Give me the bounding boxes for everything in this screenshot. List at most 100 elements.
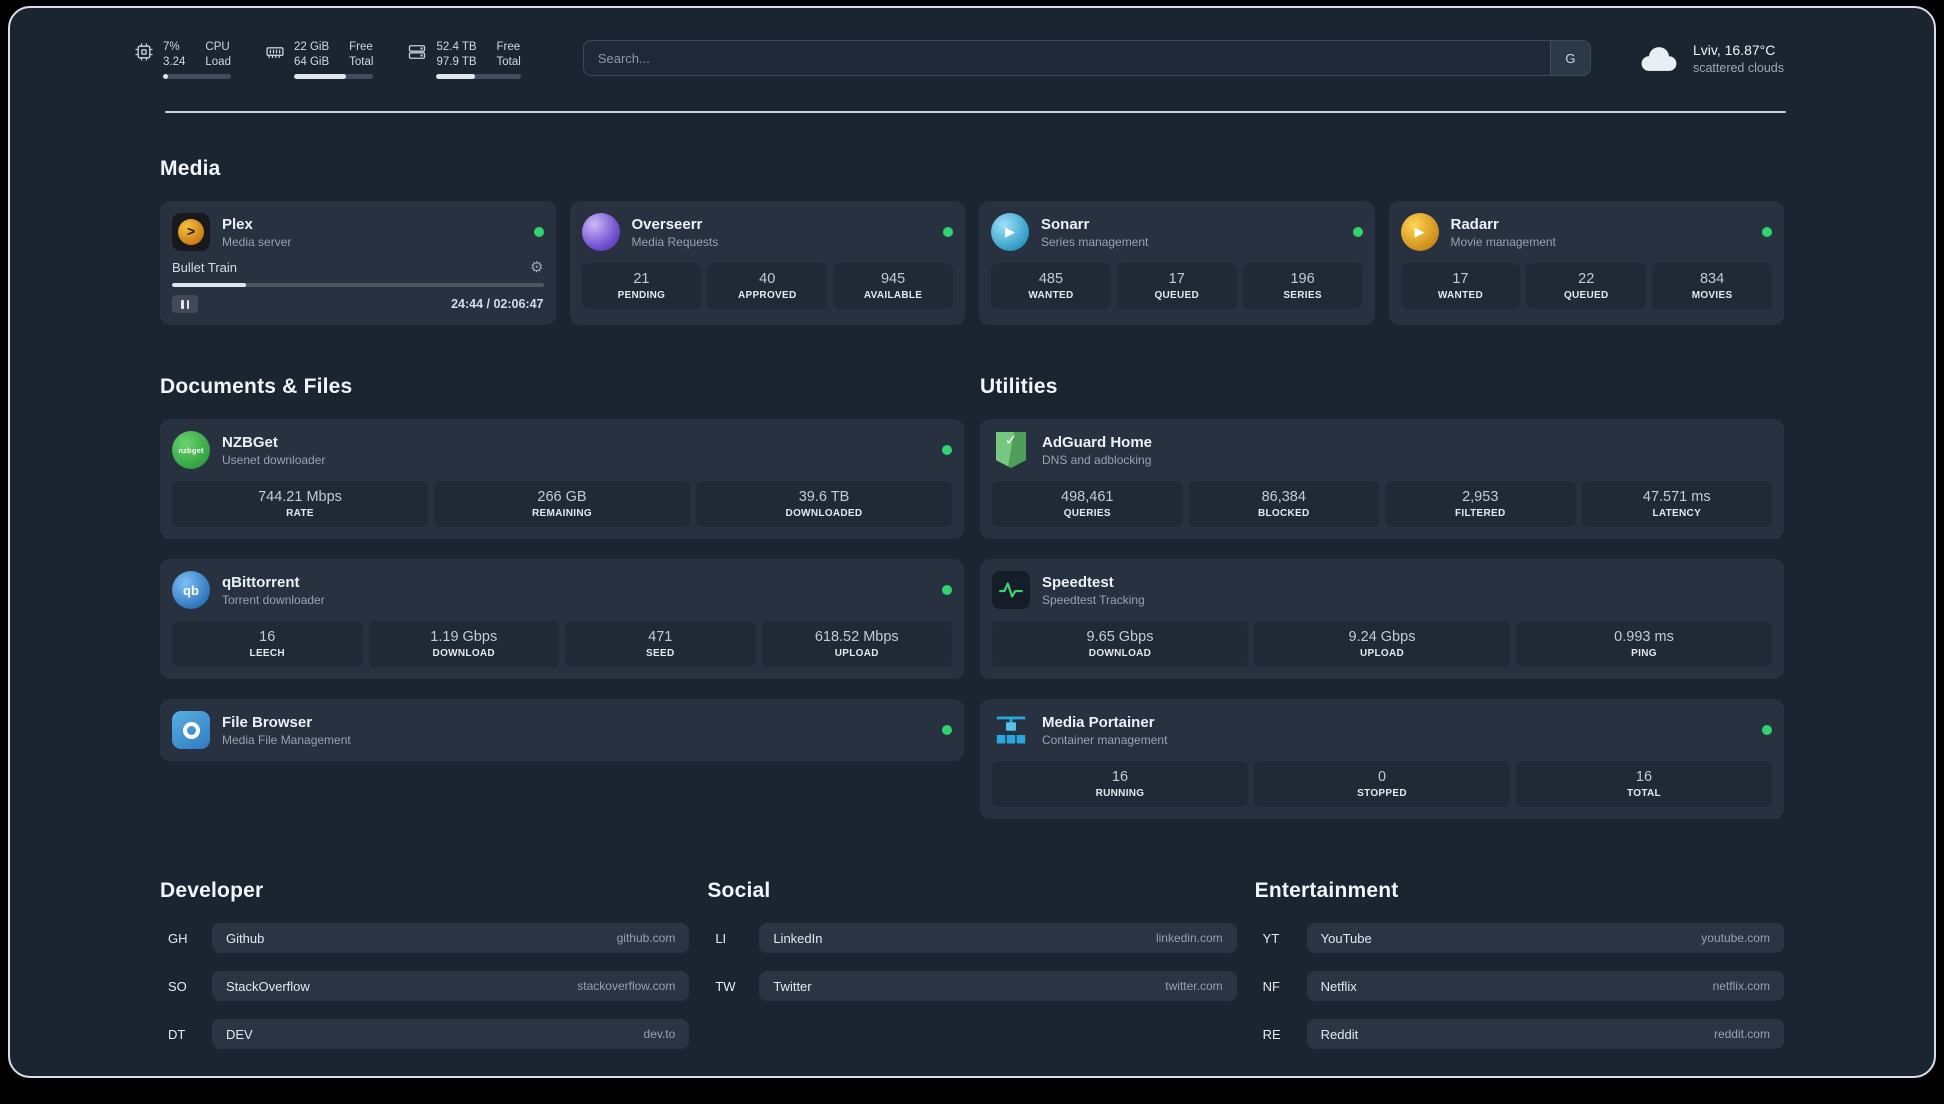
bookmark-group-developer: Developer GH Github github.com SO StackO… <box>160 879 690 1049</box>
stat-tile: 9.65 Gbps DOWNLOAD <box>992 621 1248 667</box>
stat-tile: 16 RUNNING <box>992 761 1248 807</box>
service-card-plex[interactable]: Plex Media server Bullet Train <box>160 201 556 325</box>
stat-tile: 485 WANTED <box>991 263 1111 309</box>
bookmark-netflix[interactable]: NF Netflix netflix.com <box>1255 971 1784 1001</box>
speedtest-pulse-icon <box>992 571 1030 609</box>
service-name: Plex <box>222 215 253 233</box>
status-online-dot <box>942 725 952 735</box>
search-engine-button[interactable]: G <box>1549 41 1590 75</box>
stat-label: DOWNLOAD <box>1088 648 1152 659</box>
stat-tile: 266 GB REMAINING <box>434 481 690 527</box>
stat-value: 17 <box>1168 271 1185 287</box>
bookmark-linkedin[interactable]: LI LinkedIn linkedin.com <box>707 923 1237 953</box>
stat-tile: 618.52 Mbps UPLOAD <box>761 621 952 667</box>
stat-tile: 945 AVAILABLE <box>833 263 953 309</box>
memory-progress-bar <box>293 74 374 79</box>
bookmark-reddit[interactable]: RE Reddit reddit.com <box>1255 1019 1784 1049</box>
section-title-entertainment: Entertainment <box>1254 879 1399 902</box>
service-card-qbittorrent[interactable]: qb qBittorrent Torrent downloader 16 LEE… <box>160 559 964 679</box>
gear-icon[interactable] <box>530 260 543 275</box>
bookmark-stackoverflow[interactable]: SO StackOverflow stackoverflow.com <box>160 971 690 1001</box>
cpu-usage-value: 7% <box>163 41 180 53</box>
stat-tile: 196 SERIES <box>1242 263 1363 309</box>
service-card-sonarr[interactable]: Sonarr Series management 485 WANTED 17 Q… <box>979 201 1375 325</box>
adguard-shield-icon <box>992 431 1030 469</box>
memory-stats: 22 GiB Free 64 GiB Total <box>293 40 374 79</box>
weather-location: Lviv, 16.87°C <box>1692 42 1776 58</box>
bookmark-abbr: NF <box>1262 978 1280 994</box>
service-name: Sonarr <box>1041 215 1090 233</box>
system-resources: 7% CPU 3.24 Load 22 GiB Free 64 GiB Tota… <box>134 40 521 79</box>
bookmark-github[interactable]: GH Github github.com <box>160 923 690 953</box>
bookmark-domain: github.com <box>616 931 676 945</box>
stat-label: AVAILABLE <box>863 290 923 301</box>
service-card-adguard[interactable]: AdGuard Home DNS and adblocking 498,461 … <box>980 419 1784 539</box>
stat-label: SERIES <box>1283 290 1322 301</box>
topbar-divider <box>165 111 1786 113</box>
weather-widget[interactable]: Lviv, 16.87°C scattered clouds <box>1637 42 1784 75</box>
service-card-portainer[interactable]: Media Portainer Container management 16 … <box>980 699 1784 819</box>
stat-tile: 47.571 ms LATENCY <box>1581 481 1772 527</box>
now-playing-title: Bullet Train <box>172 260 238 275</box>
service-card-nzbget[interactable]: nzbget NZBGet Usenet downloader 744.21 M… <box>160 419 964 539</box>
seek-bar[interactable] <box>172 283 544 287</box>
disk-widget: 52.4 TB Free 97.9 TB Total <box>407 40 521 79</box>
stat-value: 498,461 <box>1061 489 1114 505</box>
stat-label: RUNNING <box>1095 788 1145 799</box>
bookmark-dev[interactable]: DT DEV dev.to <box>160 1019 690 1049</box>
status-online-dot <box>942 585 952 595</box>
stat-value: 945 <box>880 271 906 287</box>
stat-label: REMAINING <box>532 508 592 519</box>
stat-label: DOWNLOAD <box>432 648 495 659</box>
stat-tile: 744.21 Mbps RATE <box>172 481 428 527</box>
service-name: Radarr <box>1450 215 1499 233</box>
media-grid: Plex Media server Bullet Train <box>160 201 1784 325</box>
stat-value: 196 <box>1290 271 1315 287</box>
stat-label: STOPPED <box>1357 788 1407 799</box>
bookmark-abbr: GH <box>168 930 188 946</box>
service-card-filebrowser[interactable]: File Browser Media File Management <box>160 699 964 761</box>
service-card-speedtest[interactable]: Speedtest Speedtest Tracking 9.65 Gbps D… <box>980 559 1784 679</box>
dashboard-content: Media Plex Media server Bullet Train <box>10 157 1934 1049</box>
cpu-stats: 7% CPU 3.24 Load <box>163 40 231 79</box>
bookmark-twitter[interactable]: TW Twitter twitter.com <box>707 971 1237 1001</box>
bookmark-abbr: DT <box>168 1026 186 1042</box>
disk-free-value: 52.4 TB <box>436 41 477 53</box>
topbar: 7% CPU 3.24 Load 22 GiB Free 64 GiB Tota… <box>10 8 1934 79</box>
disk-icon <box>407 42 427 62</box>
bookmark-name: YouTube <box>1320 930 1372 946</box>
bookmark-youtube[interactable]: YT YouTube youtube.com <box>1255 923 1784 953</box>
bookmark-domain: linkedin.com <box>1155 931 1223 945</box>
status-online-dot <box>533 227 544 237</box>
stat-value: 0 <box>1377 769 1387 785</box>
search-input[interactable] <box>583 41 1550 75</box>
disk-progress-bar <box>436 74 521 79</box>
nzbget-icon: nzbget <box>172 431 210 469</box>
service-card-overseerr[interactable]: Overseerr Media Requests 21 PENDING 40 A… <box>569 201 965 325</box>
check-icon <box>1005 432 1018 450</box>
stat-value: 618.52 Mbps <box>814 629 899 645</box>
stat-label: UPLOAD <box>1359 648 1405 659</box>
status-online-dot <box>1762 227 1772 237</box>
stat-value: 2,953 <box>1462 489 1499 505</box>
cpu-widget: 7% CPU 3.24 Load <box>134 40 231 79</box>
bookmark-domain: reddit.com <box>1713 1027 1770 1041</box>
service-name: Media Portainer <box>1042 713 1155 731</box>
status-online-dot <box>1762 725 1772 735</box>
playback-time: 24:44 / 02:06:47 <box>451 297 544 311</box>
bookmark-abbr: TW <box>715 978 736 994</box>
service-card-radarr[interactable]: Radarr Movie management 17 WANTED 22 QUE… <box>1388 201 1784 325</box>
stat-value: 16 <box>1111 769 1129 785</box>
weather-condition: scattered clouds <box>1692 61 1784 75</box>
pause-button[interactable] <box>172 295 198 313</box>
stat-value: 266 GB <box>537 489 587 505</box>
stat-value: 471 <box>648 629 673 645</box>
stat-label: LEECH <box>249 648 285 659</box>
stat-tile: 9.24 Gbps UPLOAD <box>1254 621 1510 667</box>
search-bar[interactable]: G <box>582 40 1591 76</box>
stat-value: 9.65 Gbps <box>1086 629 1154 645</box>
bookmark-group-entertainment: Entertainment YT YouTube youtube.com NF … <box>1255 879 1784 1049</box>
stat-label: MOVIES <box>1691 290 1733 301</box>
service-subtitle: DNS and adblocking <box>1042 452 1152 467</box>
memory-widget: 22 GiB Free 64 GiB Total <box>265 40 374 79</box>
